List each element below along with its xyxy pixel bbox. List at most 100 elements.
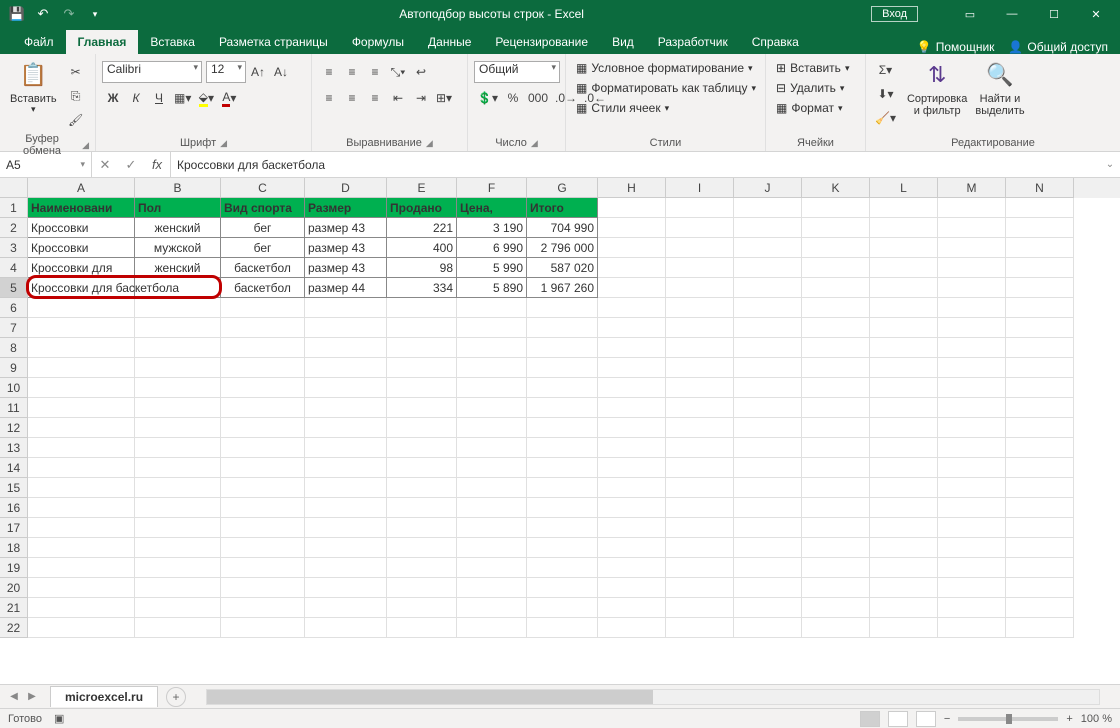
page-break-view-icon[interactable] <box>916 711 936 727</box>
cell[interactable] <box>1006 238 1074 258</box>
cell[interactable] <box>1006 318 1074 338</box>
cell[interactable] <box>802 478 870 498</box>
cell[interactable] <box>221 318 305 338</box>
cell[interactable] <box>598 518 666 538</box>
cell[interactable] <box>666 498 734 518</box>
cell[interactable] <box>221 518 305 538</box>
cell[interactable] <box>870 218 938 238</box>
cell[interactable]: Наименовани <box>28 198 135 218</box>
cell[interactable] <box>938 598 1006 618</box>
cell[interactable]: 5 990 <box>457 258 527 278</box>
cell[interactable] <box>28 298 135 318</box>
col-header-I[interactable]: I <box>666 178 734 198</box>
clipboard-dialog-icon[interactable]: ◢ <box>82 140 89 151</box>
find-select-button[interactable]: 🔍 Найти и выделить <box>971 57 1028 119</box>
increase-indent-icon[interactable]: ⇥ <box>410 87 432 109</box>
tab-developer[interactable]: Разработчик <box>646 30 740 54</box>
cell[interactable] <box>666 418 734 438</box>
cell[interactable] <box>28 598 135 618</box>
cell[interactable] <box>387 318 457 338</box>
cell[interactable] <box>802 258 870 278</box>
row-header-6[interactable]: 6 <box>0 298 28 318</box>
cell[interactable] <box>135 338 221 358</box>
cell[interactable] <box>870 478 938 498</box>
align-top-icon[interactable]: ≡ <box>318 61 340 83</box>
cell[interactable] <box>802 338 870 358</box>
sheet-tab[interactable]: microexcel.ru <box>50 686 158 707</box>
cell[interactable] <box>527 418 598 438</box>
cell[interactable] <box>666 398 734 418</box>
cell[interactable] <box>305 458 387 478</box>
cell[interactable] <box>598 298 666 318</box>
zoom-thumb[interactable] <box>1006 714 1012 724</box>
cell[interactable] <box>457 438 527 458</box>
cell[interactable] <box>28 558 135 578</box>
cell[interactable] <box>527 358 598 378</box>
cell[interactable] <box>938 518 1006 538</box>
cell[interactable] <box>802 618 870 638</box>
name-box[interactable]: A5 <box>0 152 92 177</box>
cell[interactable] <box>598 438 666 458</box>
cell[interactable] <box>1006 358 1074 378</box>
cell[interactable] <box>666 198 734 218</box>
ribbon-options-icon[interactable]: ▭ <box>950 0 990 28</box>
cell[interactable] <box>135 478 221 498</box>
cell[interactable] <box>221 458 305 478</box>
cell[interactable] <box>135 618 221 638</box>
cell[interactable] <box>527 498 598 518</box>
zoom-slider[interactable] <box>958 717 1058 721</box>
cell[interactable] <box>457 338 527 358</box>
undo-icon[interactable]: ↶ <box>32 3 54 25</box>
cell[interactable] <box>28 398 135 418</box>
cell[interactable] <box>802 378 870 398</box>
cell[interactable] <box>305 478 387 498</box>
cell[interactable] <box>870 498 938 518</box>
cell[interactable] <box>666 318 734 338</box>
cell[interactable] <box>598 278 666 298</box>
cell[interactable]: 704 990 <box>527 218 598 238</box>
cell[interactable] <box>870 558 938 578</box>
cell[interactable] <box>135 398 221 418</box>
cell[interactable] <box>135 418 221 438</box>
cell[interactable] <box>135 278 221 298</box>
cell[interactable] <box>1006 338 1074 358</box>
cell[interactable] <box>387 618 457 638</box>
cell[interactable] <box>598 478 666 498</box>
col-header-L[interactable]: L <box>870 178 938 198</box>
format-cells-button[interactable]: ▦Формат▾ <box>772 99 847 117</box>
decrease-indent-icon[interactable]: ⇤ <box>387 87 409 109</box>
cell[interactable]: Кроссовки <box>28 218 135 238</box>
font-dialog-icon[interactable]: ◢ <box>220 138 227 149</box>
tab-data[interactable]: Данные <box>416 30 483 54</box>
cell[interactable] <box>802 498 870 518</box>
row-header-14[interactable]: 14 <box>0 458 28 478</box>
cell[interactable] <box>938 458 1006 478</box>
cell[interactable]: баскетбол <box>221 258 305 278</box>
cell[interactable] <box>870 578 938 598</box>
cell[interactable] <box>802 298 870 318</box>
sheet-nav-next-icon[interactable]: ▶ <box>24 691 40 702</box>
zoom-level[interactable]: 100 % <box>1081 713 1112 725</box>
cell[interactable] <box>305 378 387 398</box>
cell[interactable] <box>28 338 135 358</box>
row-header-2[interactable]: 2 <box>0 218 28 238</box>
row-header-7[interactable]: 7 <box>0 318 28 338</box>
cell[interactable] <box>666 358 734 378</box>
wrap-text-icon[interactable]: ↩ <box>410 61 432 83</box>
cell[interactable] <box>734 298 802 318</box>
zoom-in-icon[interactable]: + <box>1066 713 1072 725</box>
cell[interactable] <box>666 598 734 618</box>
cell[interactable] <box>457 478 527 498</box>
cell[interactable] <box>802 538 870 558</box>
cell[interactable] <box>387 518 457 538</box>
clear-icon[interactable]: 🧹▾ <box>872 107 899 129</box>
align-right-icon[interactable]: ≡ <box>364 87 386 109</box>
cell[interactable]: 221 <box>387 218 457 238</box>
cell[interactable] <box>870 258 938 278</box>
cell[interactable] <box>870 278 938 298</box>
cell[interactable] <box>734 538 802 558</box>
cell[interactable] <box>305 418 387 438</box>
cell[interactable] <box>938 318 1006 338</box>
cell[interactable] <box>28 318 135 338</box>
cell[interactable] <box>938 358 1006 378</box>
